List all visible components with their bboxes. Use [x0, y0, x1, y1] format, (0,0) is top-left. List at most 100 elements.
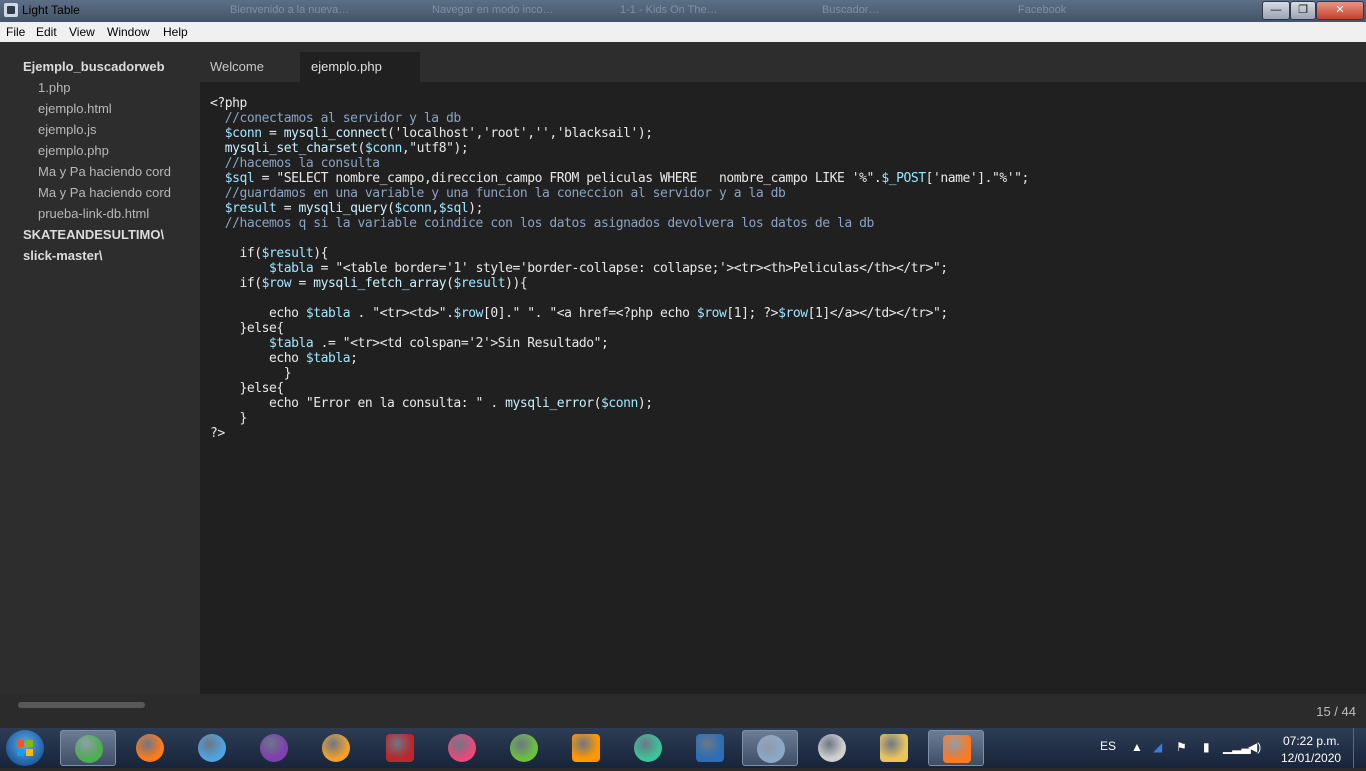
- window-title-bar: Light Table Bienvenido a la nueva… Naveg…: [0, 0, 1366, 22]
- file-ma-y-pa-1[interactable]: Ma y Pa haciendo cord: [38, 164, 171, 179]
- close-button[interactable]: ✕: [1316, 1, 1364, 20]
- code-line: echo "Error en la consulta: " . mysqli_e…: [210, 396, 653, 411]
- windows-logo-icon: [17, 740, 33, 756]
- code-line: echo $tabla . "<tr><td>".$row[0]." ". "<…: [210, 306, 948, 321]
- language-indicator[interactable]: ES: [1100, 739, 1116, 753]
- code-line: //conectamos al servidor y la db: [210, 111, 462, 126]
- tab-ejemplo-php[interactable]: ejemplo.php: [300, 52, 420, 82]
- atom-icon: [634, 734, 662, 762]
- itunes-icon: [448, 734, 476, 762]
- taskbar-app-xampp[interactable]: [928, 730, 984, 766]
- status-bar: 15 / 44: [0, 694, 1366, 728]
- utorrent-icon: [510, 734, 538, 762]
- lighttable-app-icon: [4, 3, 18, 17]
- file-ejemplo-php[interactable]: ejemplo.php: [38, 143, 109, 158]
- code-line: if($row = mysqli_fetch_array($result)){: [210, 276, 528, 291]
- firefox-icon: [136, 734, 164, 762]
- taskbar-app-steering[interactable]: [804, 730, 860, 766]
- taskbar-app-tor[interactable]: [246, 730, 302, 766]
- code-line: }: [210, 366, 292, 381]
- file-prueba-link-db[interactable]: prueba-link-db.html: [38, 206, 149, 221]
- code-line: $tabla .= "<tr><td colspan='2'>Sin Resul…: [269, 336, 609, 351]
- code-line: //hacemos la consulta: [210, 156, 380, 171]
- steering-icon: [818, 734, 846, 762]
- code-line: $sql = "SELECT nombre_campo,direccion_ca…: [224, 171, 1030, 186]
- background-tab-title: Buscador…: [822, 4, 880, 16]
- minimize-button[interactable]: —: [1262, 1, 1290, 20]
- start-button[interactable]: [6, 730, 44, 766]
- taskbar-app-lighttable[interactable]: [742, 730, 798, 766]
- tray-app-icon[interactable]: ◢: [1153, 740, 1162, 754]
- windows-taskbar: ES ▲ ◢ ⚑ ▮ ▁▂▃ ◀) 07:22 p.m. 12/01/2020: [0, 728, 1366, 768]
- xampp-icon: [943, 735, 971, 763]
- taskbar-app-fl-studio[interactable]: [308, 730, 364, 766]
- menu-view[interactable]: View: [69, 25, 95, 39]
- background-tab-title: Bienvenido a la nueva…: [230, 4, 350, 16]
- taskbar-app-atom[interactable]: [620, 730, 676, 766]
- volume-icon[interactable]: ◀): [1248, 740, 1261, 754]
- maximize-button[interactable]: ❐: [1290, 1, 1316, 20]
- code-editor[interactable]: <?php //conectamos al servidor y la db $…: [200, 82, 1366, 694]
- menu-edit[interactable]: Edit: [36, 25, 57, 39]
- code-line: ?>: [210, 426, 225, 441]
- menu-help[interactable]: Help: [163, 25, 188, 39]
- explorer-icon: [880, 734, 908, 762]
- fl-studio-icon: [322, 734, 350, 762]
- chrome-icon: [75, 735, 103, 763]
- editor-tab-bar: Welcome ejemplo.php: [200, 42, 1366, 82]
- winrar-icon: [386, 734, 414, 762]
- bracket-icon: [696, 734, 724, 762]
- folder-skateandesultimo[interactable]: SKATEANDESULTIMO\: [23, 227, 164, 242]
- taskbar-app-itunes[interactable]: [434, 730, 490, 766]
- horizontal-scrollbar[interactable]: [18, 702, 145, 708]
- taskbar-app-bracket[interactable]: [682, 730, 738, 766]
- line-count: 15 / 44: [1316, 704, 1356, 719]
- folder-slick-master[interactable]: slick-master\: [23, 248, 103, 263]
- code-line: }else{: [210, 381, 285, 396]
- window-title: Light Table: [22, 3, 80, 17]
- file-ejemplo-html[interactable]: ejemplo.html: [38, 101, 112, 116]
- code-line: }: [210, 411, 248, 426]
- taskbar-app-chrome[interactable]: [60, 730, 116, 766]
- show-hidden-icons-icon[interactable]: ▲: [1131, 740, 1143, 754]
- action-center-flag-icon[interactable]: ⚑: [1176, 740, 1187, 754]
- taskbar-app-sublime[interactable]: [558, 730, 614, 766]
- code-line: //guardamos en una variable y una funcio…: [210, 186, 786, 201]
- code-line: mysqli_set_charset($conn,"utf8");: [224, 141, 469, 156]
- code-line: $conn = mysqli_connect('localhost','root…: [224, 126, 653, 141]
- code-line: echo $tabla;: [210, 351, 358, 366]
- safari-icon: [198, 734, 226, 762]
- code-line: //hacemos q si la variable coindice con …: [210, 216, 875, 231]
- network-signal-icon[interactable]: ▁▂▃: [1223, 740, 1251, 754]
- tor-icon: [260, 734, 288, 762]
- menu-window[interactable]: Window: [107, 25, 150, 39]
- code-line: $tabla = "<table border='1' style='borde…: [269, 261, 948, 276]
- clock-date[interactable]: 12/01/2020: [1281, 751, 1341, 765]
- taskbar-app-utorrent[interactable]: [496, 730, 552, 766]
- taskbar-app-safari[interactable]: [184, 730, 240, 766]
- code-content[interactable]: <?php //conectamos al servidor y la db $…: [210, 96, 1029, 441]
- show-desktop-button[interactable]: [1353, 728, 1366, 768]
- menu-bar: File Edit View Window Help: [0, 22, 1366, 43]
- file-ejemplo-js[interactable]: ejemplo.js: [38, 122, 97, 137]
- taskbar-app-firefox[interactable]: [122, 730, 178, 766]
- background-tab-title: Facebook: [1018, 4, 1067, 16]
- tab-welcome[interactable]: Welcome: [200, 52, 298, 82]
- code-line: <?php: [210, 96, 247, 111]
- code-line: $result = mysqli_query($conn,$sql);: [224, 201, 484, 216]
- file-ma-y-pa-2[interactable]: Ma y Pa haciendo cord: [38, 185, 171, 200]
- folder-ejemplo-buscadorweb[interactable]: Ejemplo_buscadorweb: [23, 59, 165, 74]
- file-1-php[interactable]: 1.php: [38, 80, 71, 95]
- menu-file[interactable]: File: [6, 25, 25, 39]
- background-tab-title: 1-1 - Kids On The…: [620, 4, 718, 16]
- background-tab-title: Navegar en modo inco…: [432, 4, 554, 16]
- code-line: }else{: [210, 321, 285, 336]
- clock-time[interactable]: 07:22 p.m.: [1283, 734, 1340, 748]
- battery-icon[interactable]: ▮: [1203, 740, 1210, 754]
- sublime-icon: [572, 734, 600, 762]
- code-line: if($result){: [210, 246, 329, 261]
- workspace-sidebar: Ejemplo_buscadorweb 1.php ejemplo.html e…: [0, 42, 200, 694]
- lighttable-icon: [757, 735, 785, 763]
- taskbar-app-explorer[interactable]: [866, 730, 922, 766]
- taskbar-app-winrar[interactable]: [372, 730, 428, 766]
